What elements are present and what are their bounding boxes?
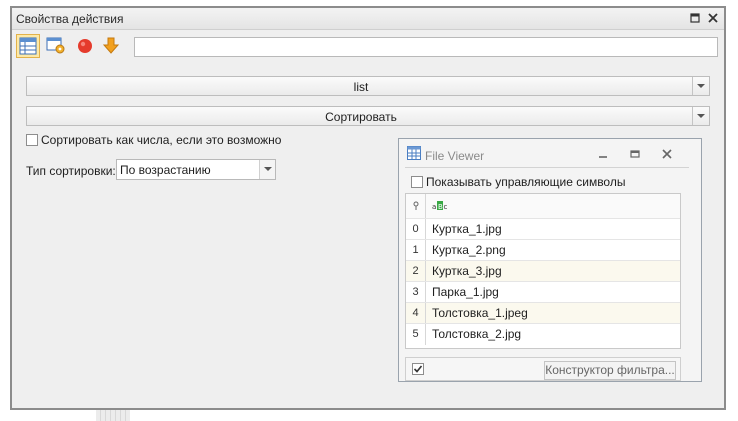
- filter-builder-button[interactable]: Конструктор фильтра...: [544, 361, 676, 380]
- table-row[interactable]: 2 Куртка_3.jpg: [406, 260, 680, 282]
- window-gear-icon: [46, 37, 65, 54]
- show-control-chars-checkbox[interactable]: [411, 176, 423, 188]
- window-title: Свойства действия: [16, 12, 124, 26]
- show-control-chars-label: Показывать управляющие символы: [426, 175, 626, 189]
- move-down-button[interactable]: [100, 34, 124, 58]
- row-index: 5: [406, 324, 426, 345]
- background-strip: [96, 410, 130, 421]
- close-icon[interactable]: [706, 11, 720, 25]
- svg-text:c: c: [444, 203, 448, 211]
- table-row[interactable]: 0 Куртка_1.jpg: [406, 218, 680, 240]
- table-row[interactable]: 5 Толстовка_2.jpg: [406, 323, 680, 345]
- sort-numbers-checkbox[interactable]: [26, 134, 38, 146]
- toolbar-text-input[interactable]: [134, 37, 718, 57]
- row-index: 3: [406, 282, 426, 303]
- list-combo-value: list: [353, 80, 369, 94]
- checkmark-icon: [413, 365, 423, 373]
- file-grid: aBc 0 Куртка_1.jpg 1 Куртка_2.png 2 Курт…: [405, 193, 681, 349]
- pin-icon[interactable]: [406, 194, 426, 218]
- action-combo-value: Сортировать: [325, 110, 397, 124]
- row-index: 1: [406, 240, 426, 261]
- record-button[interactable]: [74, 34, 98, 58]
- file-name: Парка_1.jpg: [432, 285, 499, 299]
- chevron-down-icon[interactable]: [259, 160, 275, 179]
- file-name: Куртка_3.jpg: [432, 264, 502, 278]
- grid-footer: Конструктор фильтра...: [405, 357, 681, 381]
- sort-type-value: По возрастанию: [120, 163, 211, 177]
- action-properties-panel: Свойства действия list Сортировать Сорти…: [10, 6, 726, 410]
- file-name: Толстовка_2.jpg: [432, 327, 522, 341]
- window-settings-button[interactable]: [44, 34, 68, 58]
- grid-header: aBc: [406, 194, 680, 218]
- table-icon: [19, 37, 37, 55]
- restore-icon[interactable]: [629, 148, 641, 163]
- divider: [405, 167, 689, 168]
- filter-enabled-checkbox[interactable]: [412, 363, 424, 375]
- table-row[interactable]: 4 Толстовка_1.jpeg: [406, 302, 680, 324]
- title-bar: Свойства действия: [12, 8, 724, 30]
- row-index: 2: [406, 261, 426, 282]
- file-name: Куртка_2.png: [432, 243, 506, 257]
- grid-icon: [407, 146, 421, 163]
- record-icon: [78, 39, 92, 53]
- table-row[interactable]: 3 Парка_1.jpg: [406, 281, 680, 303]
- minimize-icon[interactable]: [597, 148, 609, 163]
- close-icon[interactable]: [661, 148, 673, 163]
- text-column-icon[interactable]: aBc: [432, 200, 448, 215]
- sort-type-select[interactable]: По возрастанию: [116, 159, 276, 180]
- row-index: 4: [406, 303, 426, 324]
- table-view-button[interactable]: [16, 34, 40, 58]
- file-name: Толстовка_1.jpeg: [432, 306, 528, 320]
- table-row[interactable]: 1 Куртка_2.png: [406, 239, 680, 261]
- list-combo[interactable]: list: [26, 76, 710, 96]
- action-combo[interactable]: Сортировать: [26, 106, 710, 126]
- svg-text:B: B: [438, 203, 443, 211]
- arrow-down-icon: [102, 37, 120, 54]
- file-viewer-window: File Viewer Показывать управляющие симво…: [398, 138, 702, 382]
- sort-type-label: Тип сортировки:: [26, 164, 116, 178]
- chevron-down-icon[interactable]: [692, 107, 709, 125]
- file-viewer-title: File Viewer: [425, 149, 485, 163]
- file-name: Куртка_1.jpg: [432, 222, 502, 236]
- svg-text:a: a: [432, 203, 436, 211]
- row-index: 0: [406, 219, 426, 240]
- sort-numbers-label: Сортировать как числа, если это возможно: [41, 133, 282, 147]
- chevron-down-icon[interactable]: [692, 77, 709, 95]
- toolbar: [12, 31, 724, 61]
- maximize-icon[interactable]: [688, 11, 702, 25]
